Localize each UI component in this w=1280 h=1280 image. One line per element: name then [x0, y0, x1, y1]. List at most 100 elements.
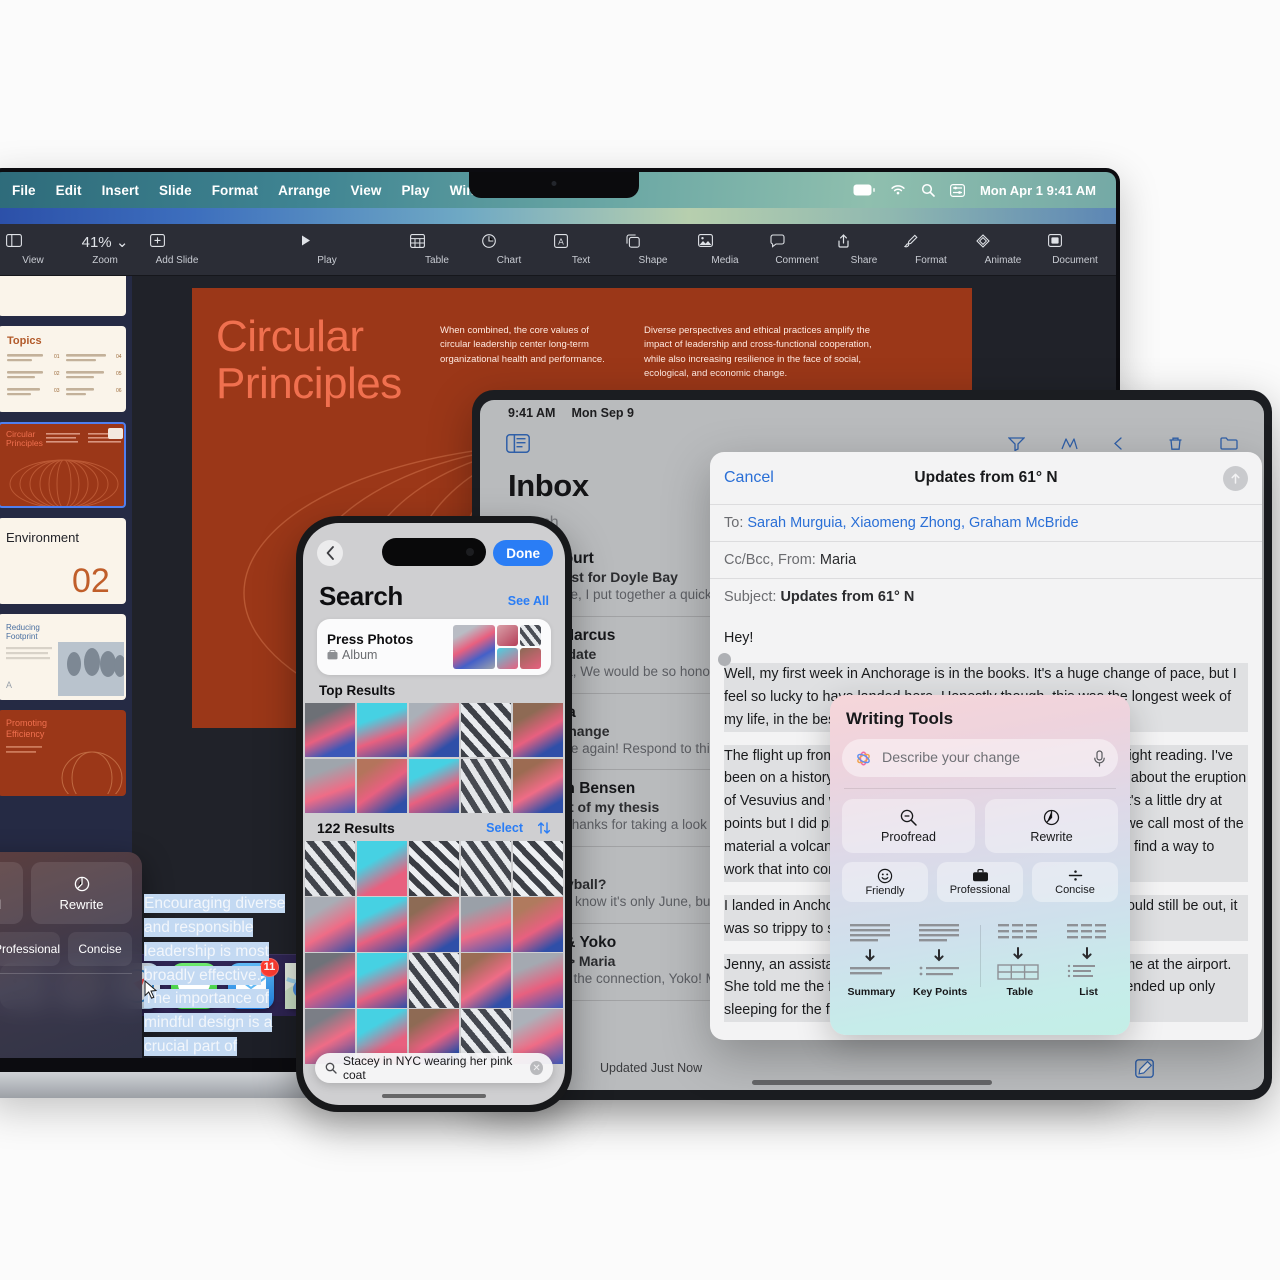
- back-button[interactable]: [317, 540, 343, 566]
- menubar-clock[interactable]: Mon Apr 1 9:41 AM: [980, 183, 1096, 198]
- menu-file[interactable]: File: [2, 183, 46, 198]
- slide-thumb-5[interactable]: Reducing Footprint A: [0, 614, 126, 700]
- compose-to-field[interactable]: To: Sarah Murguia, Xiaomeng Zhong, Graha…: [710, 504, 1262, 541]
- table-button[interactable]: Table: [410, 233, 464, 266]
- paintbrush-icon: [904, 234, 958, 252]
- mouse-cursor: [144, 980, 158, 1000]
- key-points-button[interactable]: Key Points: [910, 914, 970, 998]
- slide-thumb-2[interactable]: Topics 01 02 03 04 05 06: [0, 326, 126, 412]
- dynamic-island: [382, 538, 486, 566]
- search-icon[interactable]: [921, 183, 935, 197]
- svg-text:Principles: Principles: [6, 438, 43, 448]
- view-button[interactable]: View: [6, 233, 60, 266]
- sort-arrows-icon[interactable]: [537, 821, 551, 835]
- zoom-control[interactable]: 41% ⌄ Zoom: [78, 234, 132, 266]
- iphone-screen: Done Search See All Press Photos Album T…: [303, 523, 565, 1105]
- slide-thumb-3-selected[interactable]: Circular Principles: [0, 422, 126, 508]
- send-button[interactable]: [1223, 465, 1248, 491]
- battery-icon[interactable]: [853, 184, 875, 196]
- reply-icon[interactable]: [1114, 436, 1131, 451]
- mac-proofread-button[interactable]: Proofread: [0, 862, 23, 924]
- professional-button[interactable]: Professional: [937, 862, 1023, 902]
- comment-button[interactable]: Comment: [770, 233, 824, 266]
- document-icon: [1048, 233, 1102, 252]
- keynote-toolbar: View 41% ⌄ Zoom Add Slide Play Table Cha…: [0, 224, 1116, 276]
- summary-button[interactable]: Summary: [842, 914, 901, 998]
- photo-tile: [408, 758, 460, 814]
- play-icon: [300, 234, 354, 252]
- concise-button[interactable]: Concise: [1032, 862, 1118, 902]
- search-input[interactable]: Stacey in NYC wearing her pink coat ✕: [315, 1053, 553, 1083]
- shape-button[interactable]: Shape: [626, 233, 680, 266]
- play-label: Play: [317, 254, 337, 266]
- proofread-label: Proofread: [881, 830, 936, 844]
- text-button[interactable]: A Text: [554, 233, 608, 266]
- compose-ccbcc-field[interactable]: Cc/Bcc, From: Maria: [710, 541, 1262, 578]
- done-button[interactable]: Done: [493, 540, 553, 566]
- chevron-down-icon: ⌄: [115, 233, 129, 251]
- chart-button[interactable]: Chart: [482, 233, 536, 266]
- table-button[interactable]: Table: [990, 914, 1050, 998]
- sidebar-icon[interactable]: [506, 433, 530, 453]
- smiley-icon: [877, 868, 893, 884]
- mac-concise-button[interactable]: Concise: [68, 932, 133, 966]
- compose-subject-field[interactable]: Subject: Updates from 61° N: [710, 578, 1262, 615]
- slide-thumb-4[interactable]: Environment 02: [0, 518, 126, 604]
- wifi-icon[interactable]: [890, 184, 906, 196]
- select-button[interactable]: Select: [486, 821, 523, 835]
- subject-label: Subject:: [724, 589, 777, 605]
- slide-thumb-6[interactable]: Promoting Efficiency: [0, 710, 126, 796]
- all-results-grid[interactable]: [303, 841, 565, 1064]
- album-subtitle-row: Album: [327, 648, 413, 662]
- mac-summary-item[interactable]: Summary: [0, 984, 132, 1010]
- menu-edit[interactable]: Edit: [46, 183, 92, 198]
- control-center-icon[interactable]: [949, 183, 965, 197]
- folder-icon[interactable]: [1220, 436, 1238, 451]
- document-button[interactable]: Document: [1048, 233, 1102, 266]
- format-label: Format: [915, 254, 947, 266]
- selected-slide-text[interactable]: Encouraging diverse and responsible lead…: [144, 892, 286, 1058]
- rewrite-button[interactable]: Rewrite: [985, 799, 1118, 853]
- media-button[interactable]: Media: [698, 233, 752, 266]
- mail-toolbar-actions: [1008, 436, 1238, 451]
- album-result-card[interactable]: Press Photos Album: [317, 619, 551, 675]
- list-button[interactable]: List: [1059, 914, 1118, 998]
- friendly-button[interactable]: Friendly: [842, 862, 928, 902]
- comment-label: Comment: [775, 254, 819, 266]
- menu-play[interactable]: Play: [391, 183, 439, 198]
- menu-insert[interactable]: Insert: [92, 183, 149, 198]
- slide-thumb-1[interactable]: [0, 276, 126, 316]
- text-icon: A: [554, 233, 608, 252]
- play-button[interactable]: Play: [300, 234, 354, 266]
- menu-view[interactable]: View: [341, 183, 392, 198]
- professional-label: Professional: [949, 884, 1011, 896]
- microphone-icon[interactable]: [1093, 749, 1106, 767]
- mac-professional-button[interactable]: Professional: [0, 932, 61, 966]
- mac-key-points-item[interactable]: Key Points: [0, 1010, 132, 1036]
- add-slide-button[interactable]: Add Slide: [150, 233, 204, 266]
- animate-button[interactable]: Animate: [976, 233, 1030, 266]
- photo-tile: [460, 953, 512, 1008]
- filter-icon[interactable]: [1008, 436, 1025, 451]
- cancel-button[interactable]: Cancel: [724, 469, 774, 487]
- list-label: List: [1079, 986, 1098, 998]
- top-results-grid[interactable]: [303, 703, 565, 814]
- clear-icon[interactable]: ✕: [530, 1061, 543, 1075]
- markup-icon[interactable]: [1061, 436, 1078, 451]
- menu-slide[interactable]: Slide: [149, 183, 202, 198]
- share-button[interactable]: Share: [837, 233, 891, 266]
- mac-rewrite-button[interactable]: Rewrite: [31, 862, 132, 924]
- trash-icon[interactable]: [1167, 436, 1184, 451]
- format-button[interactable]: Format: [904, 234, 958, 266]
- proofread-button[interactable]: Proofread: [842, 799, 975, 853]
- mac-writing-tools-panel[interactable]: Proofread Rewrite Friendly Professional …: [0, 852, 142, 1058]
- see-all-button[interactable]: See All: [508, 594, 549, 612]
- key-points-doc-icon: [910, 914, 970, 986]
- compose-icon[interactable]: [1135, 1058, 1154, 1078]
- svg-text:05: 05: [116, 371, 122, 377]
- selection-handle[interactable]: [718, 653, 731, 666]
- menu-format[interactable]: Format: [202, 183, 268, 198]
- writing-tools-prompt-input[interactable]: Describe your change: [842, 739, 1118, 777]
- photo-tile: [356, 841, 408, 896]
- menu-arrange[interactable]: Arrange: [268, 183, 340, 198]
